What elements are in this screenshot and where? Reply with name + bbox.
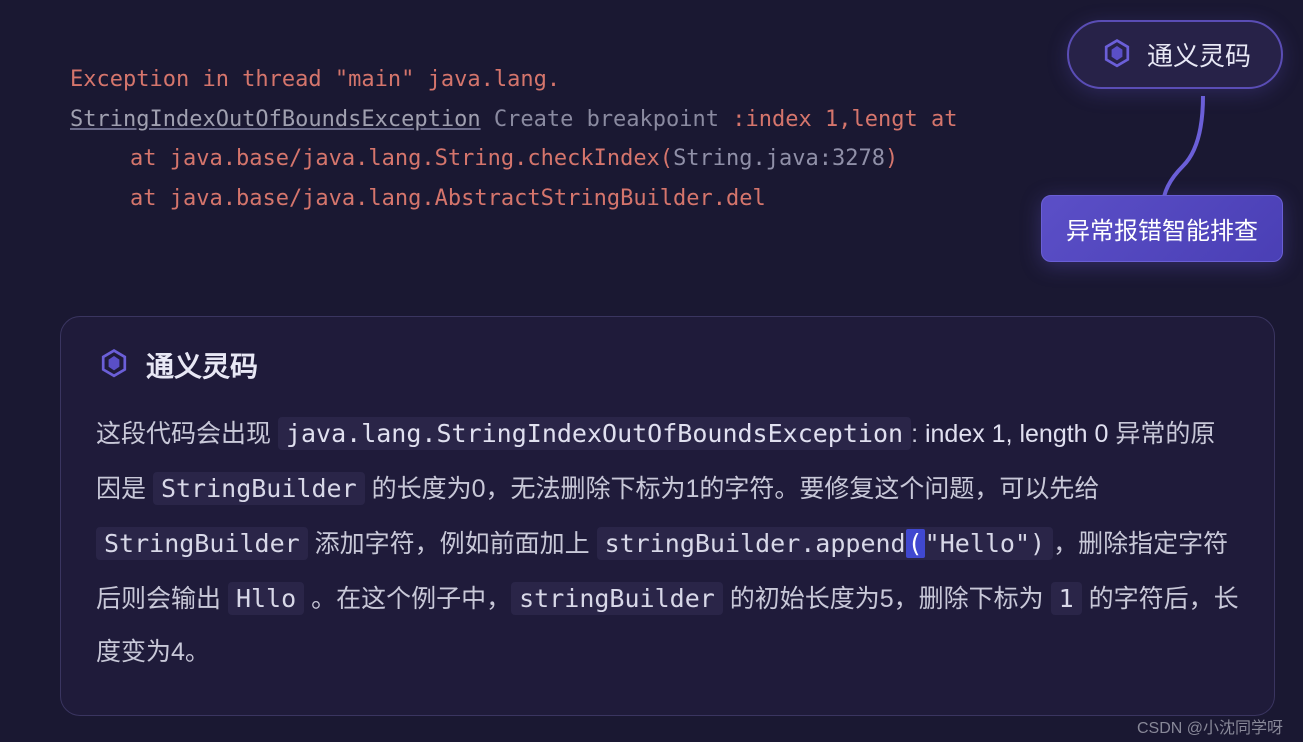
exception-header-line: Exception in thread "main" java.lang. <box>70 60 1233 100</box>
ai-panel-header: 通义灵码 <box>96 345 1239 385</box>
text-segment: 的长度为0，无法删除下标为1的字符。要修复这个问题，可以先给 <box>365 475 1100 503</box>
text-segment: 的初始长度为5，删除下标为 <box>723 585 1051 613</box>
exception-class-code: java.lang.StringIndexOutOfBoundsExceptio… <box>278 417 911 450</box>
stack-paren-close: ) <box>885 146 898 171</box>
stack-method-1: at java.base/java.lang.String.checkIndex… <box>130 146 673 171</box>
smart-debug-label: 异常报错智能排查 <box>1066 218 1258 245</box>
exception-class-link[interactable]: StringIndexOutOfBoundsException <box>70 107 481 132</box>
tongyi-logo-icon <box>1099 37 1135 73</box>
stack-method-2: at java.base/java.lang.AbstractStringBui… <box>130 186 766 211</box>
output-code: Hllo <box>228 582 304 615</box>
ai-panel-logo-icon <box>96 347 132 383</box>
text-segment: 。在这个例子中， <box>304 585 511 613</box>
stack-frame-1: at java.base/java.lang.String.checkIndex… <box>70 139 1233 179</box>
text-segment: 这段代码会出现 <box>96 420 278 448</box>
tongyi-lingma-button[interactable]: 通义灵码 <box>1067 20 1283 89</box>
connector-line-icon <box>1143 96 1223 206</box>
highlighted-paren: ( <box>906 529 925 558</box>
stringbuilder-code-3: stringBuilder <box>511 582 723 615</box>
index-code: 1 <box>1051 582 1082 615</box>
exception-text: Exception in thread "main" java.lang. <box>70 67 560 92</box>
append-code: stringBuilder.append("Hello") <box>597 527 1054 560</box>
ai-explanation-panel: 通义灵码 这段代码会出现 java.lang.StringIndexOutOfB… <box>60 316 1275 716</box>
stringbuilder-code: StringBuilder <box>153 472 365 505</box>
create-breakpoint-action[interactable]: Create breakpoint <box>481 107 733 132</box>
exception-detail-code: index 1, length 0 <box>925 420 1108 448</box>
text-segment: 添加字符，例如前面加上 <box>308 530 597 558</box>
text-segment: : <box>911 420 918 448</box>
ai-panel-title: 通义灵码 <box>146 345 258 385</box>
csdn-watermark: CSDN @小沈同学呀 <box>1137 714 1283 738</box>
exception-detail-line: StringIndexOutOfBoundsException Create b… <box>70 100 1233 140</box>
smart-debug-button[interactable]: 异常报错智能排查 <box>1041 195 1283 262</box>
tongyi-button-label: 通义灵码 <box>1147 36 1251 73</box>
ai-explanation-text: 这段代码会出现 java.lang.StringIndexOutOfBounds… <box>96 407 1239 680</box>
stack-location-link-1[interactable]: String.java:3278 <box>673 146 885 171</box>
exception-message: :index 1,lengt at <box>732 107 957 132</box>
stringbuilder-code-2: StringBuilder <box>96 527 308 560</box>
